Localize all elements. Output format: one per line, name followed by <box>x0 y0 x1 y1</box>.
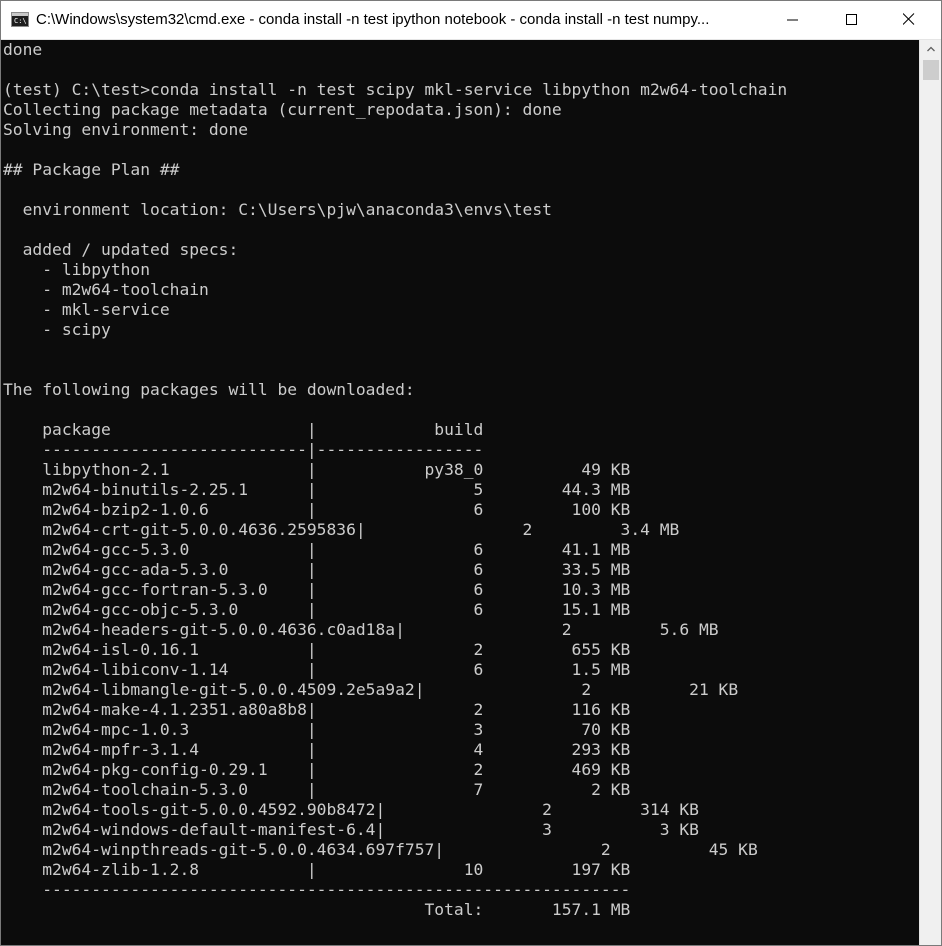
console-line: m2w64-gcc-ada-5.3.0 | 6 33.5 MB <box>3 560 631 579</box>
scroll-up-button[interactable] <box>920 40 941 58</box>
console-line: m2w64-headers-git-5.0.0.4636.c0ad18a| 2 … <box>3 620 719 639</box>
console-line: - libpython <box>3 260 151 279</box>
console-line: m2w64-gcc-fortran-5.3.0 | 6 10.3 MB <box>3 580 631 599</box>
console-line: m2w64-libmangle-git-5.0.0.4509.2e5a9a2| … <box>3 680 739 699</box>
chevron-up-icon <box>927 46 935 52</box>
console-line: m2w64-tools-git-5.0.0.4592.90b8472| 2 31… <box>3 800 699 819</box>
console-line: The following packages will be downloade… <box>3 380 415 399</box>
console-line: m2w64-isl-0.16.1 | 2 655 KB <box>3 640 631 659</box>
console-line: m2w64-bzip2-1.0.6 | 6 100 KB <box>3 500 631 519</box>
console-line: Collecting package metadata (current_rep… <box>3 100 562 119</box>
console-line: - mkl-service <box>3 300 170 319</box>
maximize-icon <box>846 14 857 25</box>
console-line: environment location: C:\Users\pjw\anaco… <box>3 200 552 219</box>
console-line: Solving environment: done <box>3 120 249 139</box>
console-line: m2w64-windows-default-manifest-6.4| 3 3 … <box>3 820 699 839</box>
console-line: m2w64-winpthreads-git-5.0.0.4634.697f757… <box>3 840 758 859</box>
window-title: C:\Windows\system32\cmd.exe - conda inst… <box>36 11 710 28</box>
console-line: m2w64-mpc-1.0.3 | 3 70 KB <box>3 720 631 739</box>
cmd-window: C:\ C:\Windows\system32\cmd.exe - conda … <box>0 0 942 946</box>
console-line: libpython-2.1 | py38_0 49 KB <box>3 460 631 479</box>
console-line: (test) C:\test>conda install -n test sci… <box>3 80 788 99</box>
close-icon <box>903 13 915 25</box>
minimize-button[interactable] <box>771 1 817 39</box>
console-line: added / updated specs: <box>3 240 239 259</box>
scroll-thumb[interactable] <box>923 60 939 80</box>
console-line: ---------------------------|------------… <box>3 440 484 459</box>
console-line: done <box>3 40 43 59</box>
icon-bar <box>12 13 28 16</box>
console-line: m2w64-mpfr-3.1.4 | 4 293 KB <box>3 740 631 759</box>
minimize-icon <box>787 19 798 21</box>
console-line: m2w64-toolchain-5.3.0 | 7 2 KB <box>3 780 631 799</box>
console-line: m2w64-make-4.1.2351.a80a8b8| 2 116 KB <box>3 700 631 719</box>
console-line: m2w64-libiconv-1.14 | 6 1.5 MB <box>3 660 631 679</box>
console-line: package | build <box>3 420 484 439</box>
icon-text: C:\ <box>14 17 27 25</box>
console-line: m2w64-zlib-1.2.8 | 10 197 KB <box>3 860 631 879</box>
console-line: Total: 157.1 MB <box>3 900 631 919</box>
console-line: - scipy <box>3 320 111 339</box>
console-line: m2w64-crt-git-5.0.0.4636.2595836| 2 3.4 … <box>3 520 680 539</box>
console-line: m2w64-binutils-2.25.1 | 5 44.3 MB <box>3 480 631 499</box>
maximize-button[interactable] <box>830 1 876 39</box>
vertical-scrollbar[interactable] <box>919 40 941 945</box>
console-line: ## Package Plan ## <box>3 160 180 179</box>
console-line: m2w64-pkg-config-0.29.1 | 2 469 KB <box>3 760 631 779</box>
console-line: ----------------------------------------… <box>3 880 631 899</box>
title-bar[interactable]: C:\ C:\Windows\system32\cmd.exe - conda … <box>1 1 941 40</box>
console-line: m2w64-gcc-5.3.0 | 6 41.1 MB <box>3 540 631 559</box>
console-output[interactable]: done (test) C:\test>conda install -n test… <box>1 40 919 945</box>
close-button[interactable] <box>887 1 933 39</box>
cmd-app-icon[interactable]: C:\ <box>11 12 29 27</box>
console-line: m2w64-gcc-objc-5.3.0 | 6 15.1 MB <box>3 600 631 619</box>
console-line: - m2w64-toolchain <box>3 280 209 299</box>
